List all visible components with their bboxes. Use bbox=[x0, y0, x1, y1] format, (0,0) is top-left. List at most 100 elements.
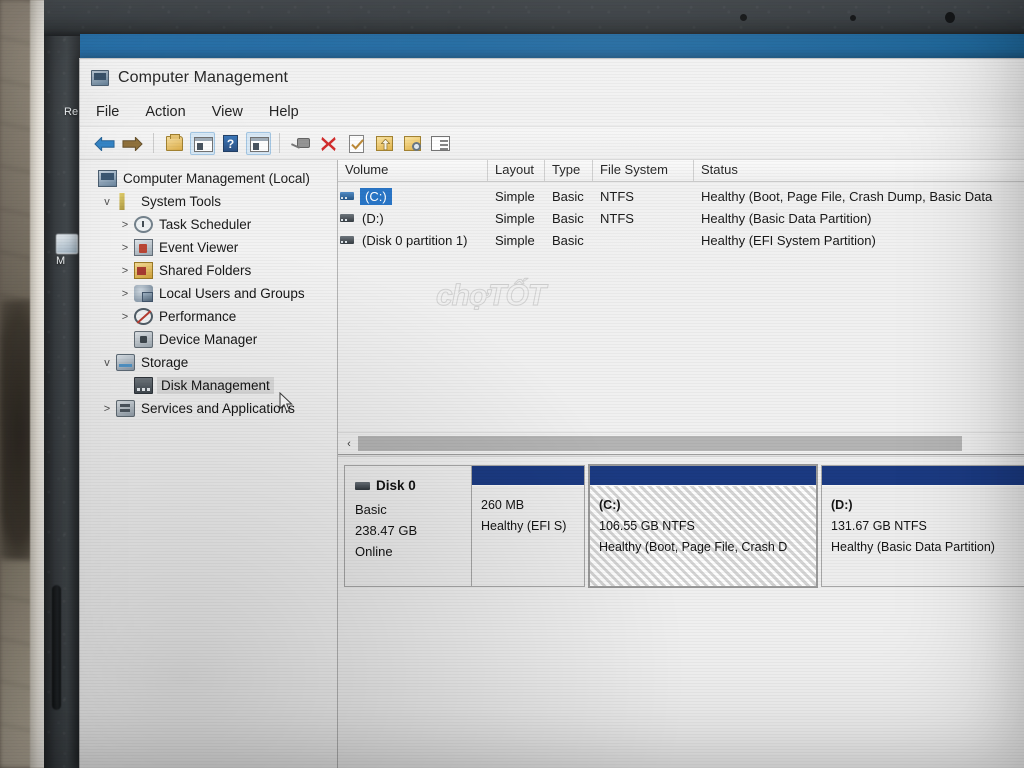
export-list-icon[interactable] bbox=[372, 132, 397, 155]
volume-layout: Simple bbox=[495, 232, 535, 248]
menu-file[interactable]: File bbox=[96, 104, 119, 120]
title-bar: Computer Management bbox=[80, 59, 1024, 97]
disk-state: Online bbox=[355, 543, 393, 559]
volume-list-empty-area: chợTỐT bbox=[338, 251, 1024, 432]
mouse-cursor bbox=[279, 392, 294, 413]
tree-chevron[interactable]: > bbox=[116, 288, 134, 300]
partition-c[interactable]: (C:) 106.55 GB NTFS Healthy (Boot, Page … bbox=[588, 464, 818, 588]
partition-label: (D:) bbox=[831, 498, 853, 512]
verify-icon[interactable] bbox=[344, 132, 369, 155]
tree-chevron[interactable]: > bbox=[116, 242, 134, 254]
scrollbar-thumb[interactable] bbox=[358, 436, 963, 451]
menu-help[interactable]: Help bbox=[269, 104, 299, 120]
disk-graphical-view: Disk 0 Basic 238.47 GB Online 260 MB Hea… bbox=[338, 457, 1024, 768]
menu-view[interactable]: View bbox=[212, 104, 243, 120]
tree-item-system-tools[interactable]: v System Tools bbox=[80, 190, 337, 213]
column-header-type[interactable]: Type bbox=[545, 160, 593, 181]
scrollbar-track[interactable] bbox=[358, 436, 1024, 451]
partition-color-bar bbox=[590, 466, 816, 486]
shared-folder-icon bbox=[134, 262, 153, 279]
delete-icon[interactable] bbox=[316, 132, 341, 155]
table-row[interactable]: (C:) Simple Basic NTFS Healthy (Boot, Pa… bbox=[338, 185, 1024, 207]
tree-item-disk-management[interactable]: Disk Management bbox=[80, 374, 337, 397]
show-console-tree-icon[interactable] bbox=[190, 131, 215, 155]
tree-item-task-scheduler[interactable]: > Task Scheduler bbox=[80, 213, 337, 236]
tree-item-event-viewer[interactable]: > Event Viewer bbox=[80, 236, 337, 259]
desktop-icon-recycle-bin[interactable]: Re bbox=[64, 106, 78, 118]
computer-icon bbox=[91, 70, 109, 86]
volume-type: Basic bbox=[552, 188, 584, 204]
volume-icon bbox=[340, 192, 354, 200]
column-header-status[interactable]: Status bbox=[694, 160, 1024, 181]
tree-chevron[interactable]: v bbox=[98, 196, 116, 208]
tree-item-computer-management[interactable]: Computer Management (Local) bbox=[80, 167, 337, 190]
partition-status: Healthy (Boot, Page File, Crash D bbox=[599, 539, 788, 554]
tree-item-label: Event Viewer bbox=[159, 240, 239, 255]
volume-file-system: NTFS bbox=[600, 210, 634, 226]
tool-bar: ? bbox=[80, 127, 1024, 160]
tree-item-storage[interactable]: v Storage bbox=[80, 351, 337, 374]
disk-icon bbox=[355, 481, 370, 490]
up-one-level-icon[interactable] bbox=[162, 132, 187, 155]
disk-info-panel[interactable]: Disk 0 Basic 238.47 GB Online bbox=[344, 465, 472, 587]
partition-size: 131.67 GB NTFS bbox=[831, 518, 927, 533]
tree-item-services-and-applications[interactable]: > Services and Applications bbox=[80, 397, 337, 420]
laptop-bezel-top bbox=[44, 0, 1024, 36]
properties-icon[interactable] bbox=[246, 131, 271, 155]
disk-row: Disk 0 Basic 238.47 GB Online 260 MB Hea… bbox=[344, 464, 1024, 588]
find-icon[interactable] bbox=[400, 132, 425, 155]
tree-item-local-users-and-groups[interactable]: > Local Users and Groups bbox=[80, 282, 337, 305]
toolbar-separator bbox=[279, 133, 280, 153]
scroll-left-icon[interactable]: ‹ bbox=[340, 438, 358, 450]
console-tree: Computer Management (Local) v System Too… bbox=[80, 160, 338, 768]
volume-name: (Disk 0 partition 1) bbox=[362, 232, 468, 248]
desktop-icon-second[interactable]: M bbox=[56, 234, 78, 267]
services-icon bbox=[116, 400, 135, 417]
horizontal-scrollbar[interactable]: ‹ bbox=[338, 432, 1024, 454]
list-view-icon[interactable] bbox=[428, 132, 453, 155]
tree-chevron[interactable]: > bbox=[98, 403, 116, 415]
tree-item-label: Device Manager bbox=[159, 332, 258, 347]
table-row[interactable]: (Disk 0 partition 1) Simple Basic Health… bbox=[338, 229, 1024, 251]
rescan-disks-icon[interactable] bbox=[288, 132, 313, 155]
tree-item-performance[interactable]: > Performance bbox=[80, 305, 337, 328]
tree-item-label: Storage bbox=[141, 355, 189, 370]
menu-action[interactable]: Action bbox=[145, 104, 185, 120]
device-manager-icon bbox=[134, 331, 153, 348]
tree-chevron[interactable]: > bbox=[116, 265, 134, 277]
column-header-volume[interactable]: Volume bbox=[338, 160, 488, 181]
event-log-icon bbox=[134, 239, 153, 256]
volume-status: Healthy (Boot, Page File, Crash Dump, Ba… bbox=[701, 188, 993, 204]
computer-icon bbox=[98, 170, 117, 187]
volume-name: (D:) bbox=[362, 210, 384, 226]
column-header-file-system[interactable]: File System bbox=[593, 160, 694, 181]
volume-layout: Simple bbox=[495, 210, 535, 226]
tree-item-shared-folders[interactable]: > Shared Folders bbox=[80, 259, 337, 282]
desktop-icon-label: M bbox=[56, 255, 66, 267]
help-icon[interactable]: ? bbox=[218, 132, 243, 155]
tree-item-label: Services and Applications bbox=[141, 401, 295, 416]
tree-item-device-manager[interactable]: Device Manager bbox=[80, 328, 337, 351]
partition-d[interactable]: (D:) 131.67 GB NTFS Healthy (Basic Data … bbox=[821, 465, 1024, 587]
laptop-hinge-slot bbox=[52, 585, 61, 710]
computer-management-window: Computer Management File Action View Hel… bbox=[79, 58, 1024, 768]
disk-icon bbox=[134, 377, 153, 394]
tree-chevron[interactable]: v bbox=[98, 357, 116, 369]
volume-type: Basic bbox=[552, 210, 584, 226]
table-row[interactable]: (D:) Simple Basic NTFS Healthy (Basic Da… bbox=[338, 207, 1024, 229]
volume-status: Healthy (EFI System Partition) bbox=[701, 232, 876, 248]
tree-item-label: Disk Management bbox=[157, 377, 274, 394]
users-icon bbox=[134, 285, 153, 302]
partition-efi[interactable]: 260 MB Healthy (EFI S) bbox=[472, 465, 585, 587]
tree-chevron[interactable]: > bbox=[116, 311, 134, 323]
volume-status: Healthy (Basic Data Partition) bbox=[701, 210, 872, 226]
tree-item-label: Local Users and Groups bbox=[159, 286, 305, 301]
tree-item-label: Task Scheduler bbox=[159, 217, 252, 232]
forward-icon[interactable] bbox=[120, 132, 145, 155]
column-header-layout[interactable]: Layout bbox=[488, 160, 545, 181]
results-pane: Volume Layout Type File System Status (C… bbox=[338, 160, 1024, 768]
tree-chevron[interactable]: > bbox=[116, 219, 134, 231]
volume-icon bbox=[340, 214, 354, 222]
volume-layout: Simple bbox=[495, 188, 535, 204]
back-icon[interactable] bbox=[92, 132, 117, 155]
